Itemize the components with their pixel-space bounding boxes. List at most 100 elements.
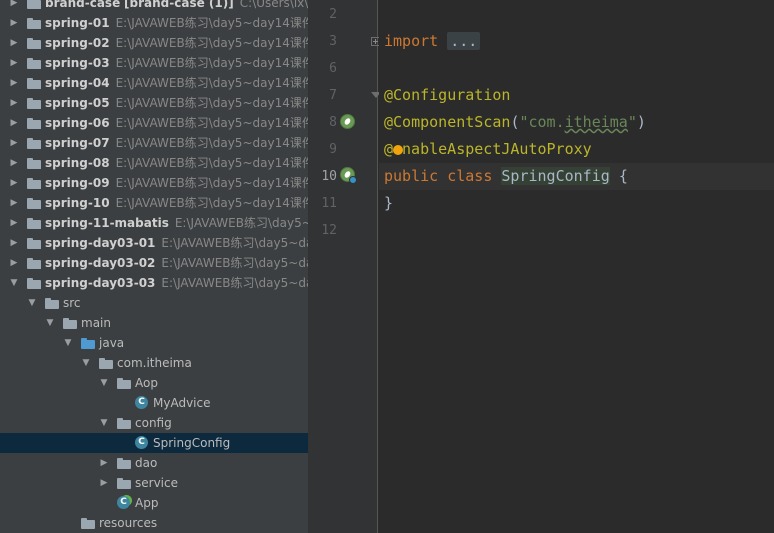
tree-item-module[interactable]: ▶ spring-07 E:\JAVAWEB练习\day5~day14课件\ <box>0 133 308 153</box>
package-icon <box>117 456 131 470</box>
tree-item-springconfig[interactable]: C SpringConfig <box>0 433 308 453</box>
tree-item-module[interactable]: ▶ spring-day03-02 E:\JAVAWEB练习\day5~day <box>0 253 308 273</box>
package-icon <box>117 476 131 490</box>
resources-folder-icon <box>81 516 95 530</box>
chevron-right-icon[interactable]: ▶ <box>8 193 20 213</box>
tree-item-module[interactable]: ▼ spring-day03-03 E:\JAVAWEB练习\day5~day <box>0 273 308 293</box>
tree-item-module[interactable]: ▶ spring-10 E:\JAVAWEB练习\day5~day14课件\ <box>0 193 308 213</box>
tree-item-config[interactable]: ▼ config <box>0 413 308 433</box>
module-path: E:\JAVAWEB练习\day5~day <box>161 236 308 250</box>
tree-item-label: src <box>63 296 81 310</box>
spring-bean-icon[interactable] <box>340 114 355 129</box>
tree-item-module[interactable]: ▶ spring-02 E:\JAVAWEB练习\day5~day14课件\ <box>0 33 308 53</box>
line-number: 7 <box>329 88 337 103</box>
tree-item-label: SpringConfig <box>153 436 231 450</box>
chevron-right-icon[interactable]: ▶ <box>8 113 20 133</box>
tree-item-module[interactable]: ▶ spring-day03-01 E:\JAVAWEB练习\day5~day <box>0 233 308 253</box>
tree-item-brand-case[interactable]: ▶ brand-case [brand-case (1)] C:\Users\lx… <box>0 0 308 13</box>
tree-item-module[interactable]: ▶ spring-11-mabatis E:\JAVAWEB练习\day5~d <box>0 213 308 233</box>
module-path: E:\JAVAWEB练习\day5~day14课件\ <box>115 16 308 30</box>
tree-item-label: config <box>135 416 172 430</box>
tree-item-module[interactable]: ▶ spring-03 E:\JAVAWEB练习\day5~day14课件\ <box>0 53 308 73</box>
module-name: spring-04 <box>45 76 110 90</box>
module-path: E:\JAVAWEB练习\day5~day14课件\ <box>115 156 308 170</box>
class-name: SpringConfig <box>501 167 610 185</box>
module-folder-icon <box>27 16 42 30</box>
annotation-at: @ <box>384 140 394 158</box>
tree-item-label: service <box>135 476 178 490</box>
chevron-right-icon[interactable]: ▶ <box>8 0 20 13</box>
module-folder-icon <box>27 276 42 290</box>
tree-item-label: java <box>99 336 125 350</box>
chevron-down-icon[interactable]: ▼ <box>98 373 110 393</box>
keyword-import: import <box>384 32 439 50</box>
tree-item-module[interactable]: ▶ spring-08 E:\JAVAWEB练习\day5~day14课件\ <box>0 153 308 173</box>
module-name: spring-10 <box>45 196 110 210</box>
tree-item-module[interactable]: ▶ spring-05 E:\JAVAWEB练习\day5~day14课件\ <box>0 93 308 113</box>
tree-item-myadvice[interactable]: C MyAdvice <box>0 393 308 413</box>
line-number: 11 <box>321 196 337 211</box>
chevron-right-icon[interactable]: ▶ <box>8 153 20 173</box>
chevron-down-icon[interactable]: ▼ <box>98 413 110 433</box>
chevron-down-icon[interactable]: ▼ <box>26 293 38 313</box>
chevron-right-icon[interactable]: ▶ <box>8 33 20 53</box>
project-tree: ▶ brand-case [brand-case (1)] C:\Users\lx… <box>0 0 308 533</box>
tree-item-java[interactable]: ▼ java <box>0 333 308 353</box>
chevron-right-icon[interactable]: ▶ <box>8 233 20 253</box>
tree-item-resources[interactable]: resources <box>0 513 308 533</box>
tree-item-dao[interactable]: ▶ dao <box>0 453 308 473</box>
chevron-right-icon[interactable]: ▶ <box>8 13 20 33</box>
typo-word: itheima <box>564 113 628 131</box>
module-name: spring-02 <box>45 36 110 50</box>
tree-item-module[interactable]: ▶ spring-06 E:\JAVAWEB练习\day5~day14课件\ <box>0 113 308 133</box>
tree-item-label: App <box>135 496 159 510</box>
chevron-down-icon[interactable]: ▼ <box>80 353 92 373</box>
module-path: E:\JAVAWEB练习\day5~day14课件\ <box>115 136 308 150</box>
keyword-public: public <box>384 167 439 185</box>
line-number: 12 <box>321 223 337 238</box>
tree-item-service[interactable]: ▶ service <box>0 473 308 493</box>
module-name: spring-09 <box>45 176 110 190</box>
chevron-right-icon[interactable]: ▶ <box>98 453 110 473</box>
code-line-9: @ nableAspectJAutoProxy <box>379 136 774 163</box>
tree-item-src[interactable]: ▼ src <box>0 293 308 313</box>
tree-item-main[interactable]: ▼ main <box>0 313 308 333</box>
module-folder-icon <box>27 196 42 210</box>
chevron-right-icon[interactable]: ▶ <box>8 133 20 153</box>
chevron-right-icon[interactable]: ▶ <box>8 253 20 273</box>
module-path: E:\JAVAWEB练习\day5~day14课件\ <box>115 36 308 50</box>
module-path: E:\JAVAWEB练习\day5~day <box>161 256 308 270</box>
tree-item-app[interactable]: C App <box>0 493 308 513</box>
tree-item-package[interactable]: ▼ com.itheima <box>0 353 308 373</box>
folded-imports[interactable]: ... <box>447 32 481 50</box>
chevron-right-icon[interactable]: ▶ <box>8 93 20 113</box>
module-folder-icon <box>27 236 42 250</box>
chevron-down-icon[interactable]: ▼ <box>44 313 56 333</box>
tree-item-module[interactable]: ▶ spring-04 E:\JAVAWEB练习\day5~day14课件\ <box>0 73 308 93</box>
line-number: 8 <box>329 115 337 130</box>
module-name: spring-05 <box>45 96 110 110</box>
module-folder-icon <box>27 96 42 110</box>
spring-bean-icon[interactable] <box>340 167 357 184</box>
module-name: brand-case <box>45 0 121 10</box>
code-editor[interactable]: import ... @Configuration @ComponentScan… <box>379 0 774 533</box>
tree-item-aop[interactable]: ▼ Aop <box>0 373 308 393</box>
chevron-down-icon[interactable]: ▼ <box>8 273 20 293</box>
chevron-right-icon[interactable]: ▶ <box>8 73 20 93</box>
chevron-right-icon[interactable]: ▶ <box>8 213 20 233</box>
tree-item-module[interactable]: ▶ spring-09 E:\JAVAWEB练习\day5~day14课件\ <box>0 173 308 193</box>
chevron-right-icon[interactable]: ▶ <box>8 53 20 73</box>
code-line-11: } <box>379 190 774 217</box>
tree-item-label: MyAdvice <box>153 396 211 410</box>
chevron-right-icon[interactable]: ▶ <box>98 473 110 493</box>
module-path: C:\Users\lx\Doc <box>239 0 308 10</box>
package-string: "com.itheima" <box>519 113 636 131</box>
string-open: "com. <box>519 113 565 131</box>
intention-bulb-icon[interactable] <box>393 145 403 155</box>
module-path: E:\JAVAWEB练习\day5~day14课件\ <box>115 196 308 210</box>
chevron-right-icon[interactable]: ▶ <box>8 173 20 193</box>
editor-gutter[interactable]: 2 3 6 7 8 9 10 11 12 <box>309 0 381 533</box>
tree-item-module[interactable]: ▶ spring-01 E:\JAVAWEB练习\day5~day14课件\ <box>0 13 308 33</box>
chevron-down-icon[interactable]: ▼ <box>62 333 74 353</box>
module-folder-icon <box>27 36 42 50</box>
